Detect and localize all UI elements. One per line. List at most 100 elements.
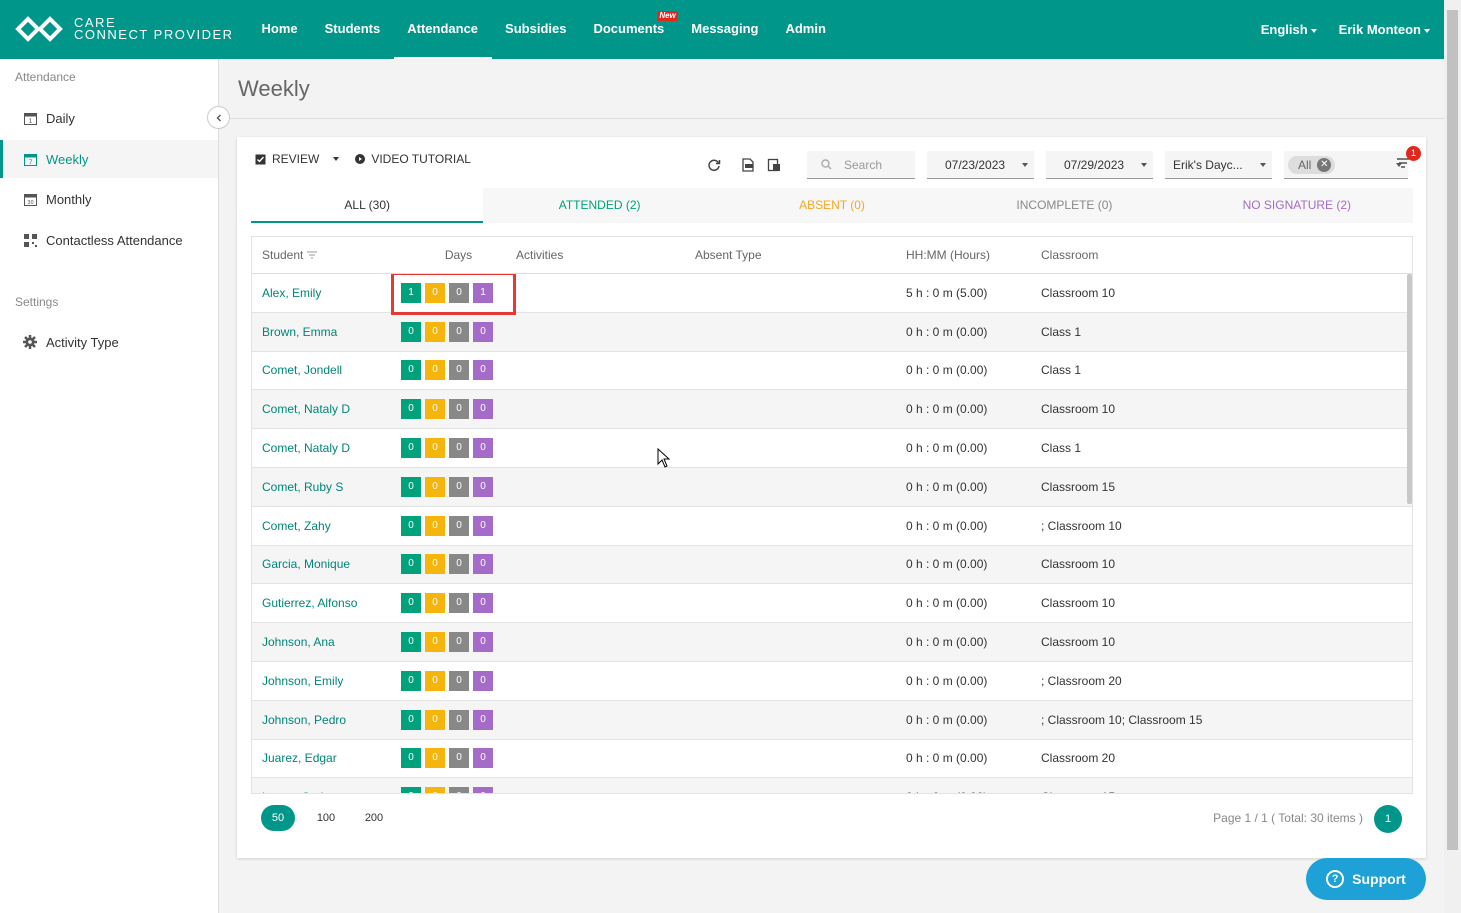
nav-messaging[interactable]: Messaging xyxy=(678,0,772,59)
page-size-200[interactable]: 200 xyxy=(357,805,391,831)
day-no-signature-count[interactable]: 0 xyxy=(473,321,493,342)
day-absent-count[interactable]: 0 xyxy=(425,670,445,691)
page-1-button[interactable]: 1 xyxy=(1374,805,1402,833)
table-row[interactable]: Gutierrez, Alfonso 0 0 0 0 0 h : 0 m (0.00) Cl… xyxy=(252,584,1412,624)
site-select[interactable]: Erik's Dayc... xyxy=(1165,151,1272,179)
table-row[interactable]: Alex, Emily 1 0 0 1 5 h : 0 m (5.00) Classroom… xyxy=(252,274,1412,315)
day-absent-count[interactable]: 0 xyxy=(425,399,445,420)
tab-no-signature[interactable]: NO SIGNATURE (2) xyxy=(1181,188,1413,223)
header-student[interactable]: Student xyxy=(252,248,391,262)
nav-attendance[interactable]: Attendance xyxy=(393,0,492,59)
day-incomplete-count[interactable]: 0 xyxy=(449,787,469,793)
table-body[interactable]: Alex, Emily 1 0 0 1 5 h : 0 m (5.00) Classroom… xyxy=(252,274,1412,793)
sidebar-item-activity-type[interactable]: Activity Type xyxy=(0,323,218,361)
sidebar-item-daily[interactable]: 1 Daily xyxy=(0,99,218,137)
day-incomplete-count[interactable]: 0 xyxy=(449,476,469,497)
filter-button[interactable]: 1 xyxy=(1391,146,1421,175)
student-link[interactable]: Comet, Jondell xyxy=(262,363,342,377)
nav-documents[interactable]: Documents New xyxy=(580,0,678,59)
table-row[interactable]: Johnson, Emily 0 0 0 0 0 h : 0 m (0.00); Clas… xyxy=(252,662,1412,701)
day-absent-count[interactable]: 0 xyxy=(425,282,445,303)
day-incomplete-count[interactable]: 0 xyxy=(449,748,469,769)
page-size-100[interactable]: 100 xyxy=(309,805,343,831)
day-incomplete-count[interactable]: 0 xyxy=(449,593,469,614)
language-dropdown[interactable]: English xyxy=(1261,22,1317,37)
tab-absent[interactable]: ABSENT (0) xyxy=(716,188,948,223)
clear-icon[interactable]: ✕ xyxy=(1317,157,1332,172)
student-link[interactable]: Comet, Nataly D xyxy=(262,441,350,455)
sidebar-item-weekly[interactable]: 7 Weekly xyxy=(0,140,218,178)
day-incomplete-count[interactable]: 0 xyxy=(449,321,469,342)
day-attended-count[interactable]: 0 xyxy=(401,438,421,459)
day-no-signature-count[interactable]: 1 xyxy=(473,282,493,303)
day-absent-count[interactable]: 0 xyxy=(425,515,445,536)
day-absent-count[interactable]: 0 xyxy=(425,476,445,497)
day-no-signature-count[interactable]: 0 xyxy=(473,748,493,769)
nav-home[interactable]: Home xyxy=(248,0,311,59)
refresh-button[interactable] xyxy=(703,154,725,176)
student-link[interactable]: Comet, Nataly D xyxy=(262,402,350,416)
day-attended-count[interactable]: 0 xyxy=(401,476,421,497)
day-absent-count[interactable]: 0 xyxy=(425,438,445,459)
day-absent-count[interactable]: 0 xyxy=(425,593,445,614)
student-link[interactable]: Brown, Emma xyxy=(262,325,337,339)
student-link[interactable]: Comet, Zahy xyxy=(262,519,331,533)
search-input[interactable]: Search xyxy=(807,151,915,179)
day-no-signature-count[interactable]: 0 xyxy=(473,554,493,575)
classroom-select[interactable]: All ✕ xyxy=(1284,151,1408,179)
student-link[interactable]: Garcia, Monique xyxy=(262,557,350,571)
table-row[interactable]: Comet, Jondell 0 0 0 0 0 h : 0 m (0.00) Class … xyxy=(252,352,1412,391)
student-link[interactable]: Gutierrez, Alfonso xyxy=(262,596,357,610)
collapse-sidebar-button[interactable] xyxy=(207,106,230,129)
table-row[interactable]: Johnson, Ana 0 0 0 0 0 h : 0 m (0.00) Classroo… xyxy=(252,623,1412,662)
page-scrollbar[interactable] xyxy=(1444,0,1461,913)
student-link[interactable]: Juarez, Edgar xyxy=(262,751,337,765)
table-row[interactable]: Juarez, Edgar 0 0 0 0 0 h : 0 m (0.00) Classro… xyxy=(252,740,1412,779)
student-link[interactable]: Johnson, Emily xyxy=(262,674,343,688)
day-attended-count[interactable]: 0 xyxy=(401,632,421,653)
nav-students[interactable]: Students xyxy=(311,0,394,59)
day-incomplete-count[interactable]: 0 xyxy=(449,515,469,536)
table-row[interactable]: Comet, Zahy 0 0 0 0 0 h : 0 m (0.00); Classro… xyxy=(252,507,1412,546)
day-incomplete-count[interactable]: 0 xyxy=(449,282,469,303)
table-row[interactable]: Comet, Ruby S00000 h : 0 m (0.00) Classro… xyxy=(252,467,1412,507)
day-no-signature-count[interactable]: 0 xyxy=(473,670,493,691)
day-absent-count[interactable]: 0 xyxy=(425,321,445,342)
day-attended-count[interactable]: 0 xyxy=(401,321,421,342)
day-no-signature-count[interactable]: 0 xyxy=(473,399,493,420)
student-link[interactable]: Johnson, Ana xyxy=(262,635,335,649)
brand-logo[interactable]: CARE CONNECT PROVIDER xyxy=(14,14,234,44)
day-attended-count[interactable]: 0 xyxy=(401,787,421,793)
video-tutorial-button[interactable]: VIDEO TUTORIAL xyxy=(355,152,471,166)
table-scrollbar[interactable] xyxy=(1407,274,1412,504)
day-attended-count[interactable]: 0 xyxy=(401,399,421,420)
day-no-signature-count[interactable]: 0 xyxy=(473,476,493,497)
sidebar-item-contactless[interactable]: Contactless Attendance xyxy=(0,221,218,259)
student-link[interactable]: Lopez, Carlos xyxy=(262,790,336,793)
student-link[interactable]: Johnson, Pedro xyxy=(262,713,346,727)
day-incomplete-count[interactable]: 0 xyxy=(449,709,469,730)
day-incomplete-count[interactable]: 0 xyxy=(449,632,469,653)
day-absent-count[interactable]: 0 xyxy=(425,787,445,793)
day-attended-count[interactable]: 0 xyxy=(401,709,421,730)
day-incomplete-count[interactable]: 0 xyxy=(449,399,469,420)
day-no-signature-count[interactable]: 0 xyxy=(473,787,493,793)
export-excel-button[interactable] xyxy=(763,154,785,176)
table-row[interactable]: Comet, Nataly D00000 h : 0 m (0.00) Class… xyxy=(252,429,1412,468)
day-absent-count[interactable]: 0 xyxy=(425,360,445,381)
day-no-signature-count[interactable]: 0 xyxy=(473,360,493,381)
day-no-signature-count[interactable]: 0 xyxy=(473,515,493,536)
day-no-signature-count[interactable]: 0 xyxy=(473,632,493,653)
table-row[interactable]: Lopez, Carlos00000 h : 0 m (0.00)Classro… xyxy=(252,778,1412,793)
table-row[interactable]: Brown, Emma 0 0 0 0 0 h : 0 m (0.00) Class 1 xyxy=(252,312,1412,352)
day-attended-count[interactable]: 0 xyxy=(401,554,421,575)
day-attended-count[interactable]: 0 xyxy=(401,748,421,769)
sidebar-item-monthly[interactable]: 30 Monthly xyxy=(0,180,218,218)
day-incomplete-count[interactable]: 0 xyxy=(449,360,469,381)
day-incomplete-count[interactable]: 0 xyxy=(449,438,469,459)
tab-all[interactable]: ALL (30) xyxy=(251,188,484,223)
day-no-signature-count[interactable]: 0 xyxy=(473,438,493,459)
page-size-50[interactable]: 50 xyxy=(261,805,295,831)
table-row[interactable]: Garcia, Monique 0 0 0 0 0 h : 0 m (0.00) Class… xyxy=(252,545,1412,585)
page-scrollbar-thumb[interactable] xyxy=(1447,10,1458,850)
